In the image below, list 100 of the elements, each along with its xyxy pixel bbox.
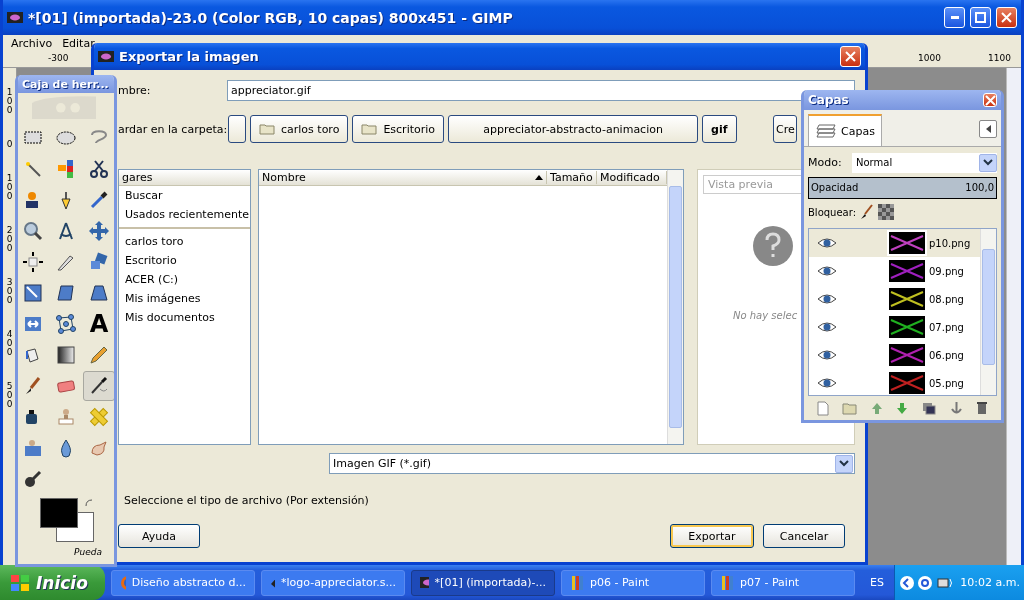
close-button[interactable] <box>996 7 1017 28</box>
dropdown-button[interactable] <box>979 153 997 172</box>
layer-name: 05.png <box>929 377 964 389</box>
eye-icon[interactable] <box>817 293 837 306</box>
lock-label: Bloquear: <box>808 206 857 218</box>
taskbar-button[interactable]: Diseño abstracto d... <box>111 569 255 596</box>
menu-item[interactable]: Editar <box>62 37 95 50</box>
taskbar-button[interactable]: p07 - Paint <box>711 569 855 596</box>
ruler-label: 500 <box>5 382 14 409</box>
layer-row[interactable]: p10.png <box>809 229 980 258</box>
paintbrush-icon <box>860 204 875 221</box>
scissors-icon <box>88 158 110 180</box>
create-folder-button[interactable]: Cre <box>773 115 797 143</box>
place-item[interactable]: ACER (C:) <box>119 270 250 289</box>
square-arrows-icon <box>22 251 44 273</box>
layer-thumbnail <box>889 316 925 339</box>
clock: 10:02 a.m. <box>960 576 1020 589</box>
pencil-icon <box>88 344 110 366</box>
paint-brushes-icon <box>720 574 734 591</box>
close-button[interactable] <box>983 93 997 107</box>
ruler-label: 200 <box>5 226 14 253</box>
tool-caption: Pueda <box>74 548 102 556</box>
sort-arrow-icon <box>535 175 543 180</box>
paint-brushes-icon <box>570 574 584 591</box>
app-icon <box>98 51 114 62</box>
mode-dropdown[interactable]: Normal <box>852 152 997 173</box>
stamp-icon <box>55 406 77 428</box>
duplicate-icon[interactable] <box>922 401 937 415</box>
mode-label: Modo: <box>808 156 843 170</box>
start-button[interactable]: Inicio <box>0 565 105 600</box>
eye-icon[interactable] <box>817 265 837 278</box>
close-icon <box>984 94 996 106</box>
eye-icon[interactable] <box>817 377 837 390</box>
foreground-color-swatch[interactable] <box>40 498 78 528</box>
export-button[interactable]: Exportar <box>670 524 754 548</box>
layer-name: 08.png <box>929 293 964 305</box>
close-icon <box>1001 12 1012 23</box>
parallelogram-icon <box>55 282 77 304</box>
chevron-down-icon <box>983 159 993 167</box>
cancel-button[interactable]: Cancelar <box>763 524 845 548</box>
menu-item[interactable]: Archivo <box>11 37 53 50</box>
layer-name: 06.png <box>929 349 964 361</box>
place-item[interactable]: Usados recientemente <box>119 205 250 224</box>
help-button[interactable]: Ayuda <box>118 524 200 548</box>
magnifier-icon <box>22 220 44 242</box>
window-title: *[01] (importada)-23.0 (Color RGB, 10 capas) 800x451 - GIMP <box>28 9 514 26</box>
back-button[interactable] <box>228 115 246 143</box>
file-type-expander[interactable]: Seleccione el tipo de archivo (Por extensión) <box>124 494 369 507</box>
opacity-value: 100,0 <box>965 182 994 194</box>
layer-thumbnail <box>889 260 925 283</box>
ruler-label: 0 <box>5 140 14 149</box>
stacked-layers-icon <box>815 123 837 139</box>
trash-icon[interactable] <box>976 401 989 416</box>
ruler-label: -300 <box>48 53 69 63</box>
e-logo-icon <box>917 574 933 591</box>
opacity-slider[interactable]: Opacidad 100,0 <box>808 176 997 199</box>
place-item[interactable]: Mis imágenes <box>119 289 250 308</box>
maximize-button[interactable] <box>970 7 991 28</box>
anchor-icon[interactable] <box>949 401 963 416</box>
eye-icon[interactable] <box>817 349 837 362</box>
column-header[interactable]: Tamaño <box>547 171 597 184</box>
layer-thumbnail <box>889 372 925 395</box>
eye-icon[interactable] <box>817 321 837 334</box>
preview-text: No hay selec <box>733 310 798 321</box>
language-indicator[interactable]: ES <box>870 576 884 589</box>
eye-icon[interactable] <box>817 237 837 250</box>
layer-name: p10.png <box>929 237 971 249</box>
layers-tab[interactable]: Capas <box>808 114 882 146</box>
path-button[interactable]: appreciator-abstracto-animacion <box>448 115 699 143</box>
dodge-icon <box>22 468 44 490</box>
taskbar-button[interactable]: *logo-appreciator.s... <box>261 569 405 596</box>
connected-nodes-icon <box>55 313 77 335</box>
close-button[interactable] <box>840 46 861 67</box>
path-button[interactable]: carlos toro <box>250 115 349 143</box>
minimize-button[interactable] <box>944 7 965 28</box>
chevron-down-icon <box>839 460 849 467</box>
place-item[interactable]: carlos toro <box>119 227 250 251</box>
place-item[interactable]: Escritorio <box>119 251 250 270</box>
tool-button[interactable]: A <box>83 309 114 339</box>
tab-menu-button[interactable] <box>979 120 997 138</box>
layer-name: 09.png <box>929 265 964 277</box>
chevron-left-icon[interactable] <box>899 574 915 591</box>
place-item[interactable]: Mis documentos <box>119 308 250 327</box>
dropper-icon <box>88 189 110 211</box>
taskbar-button[interactable]: *[01] (importada)-... <box>411 569 555 596</box>
ruler-label: 1000 <box>918 53 941 63</box>
file-type-dropdown[interactable]: Imagen GIF (*.gif) <box>329 453 855 474</box>
taskbar-button[interactable]: p06 - Paint <box>561 569 705 596</box>
place-item[interactable]: Buscar <box>119 186 250 205</box>
ruler-label: 300 <box>5 278 14 305</box>
stamp-on-card-icon <box>22 437 44 459</box>
column-header[interactable]: Nombre <box>259 171 547 184</box>
layer-name: 07.png <box>929 321 964 333</box>
tool-button[interactable] <box>83 371 114 401</box>
path-button[interactable]: Escritorio <box>352 115 445 143</box>
dropdown-button[interactable] <box>835 454 853 473</box>
letter-icon: A <box>89 312 109 336</box>
column-header: gares <box>119 170 250 186</box>
ruler-label: 100 <box>5 174 14 201</box>
path-button[interactable]: gif <box>702 115 737 143</box>
